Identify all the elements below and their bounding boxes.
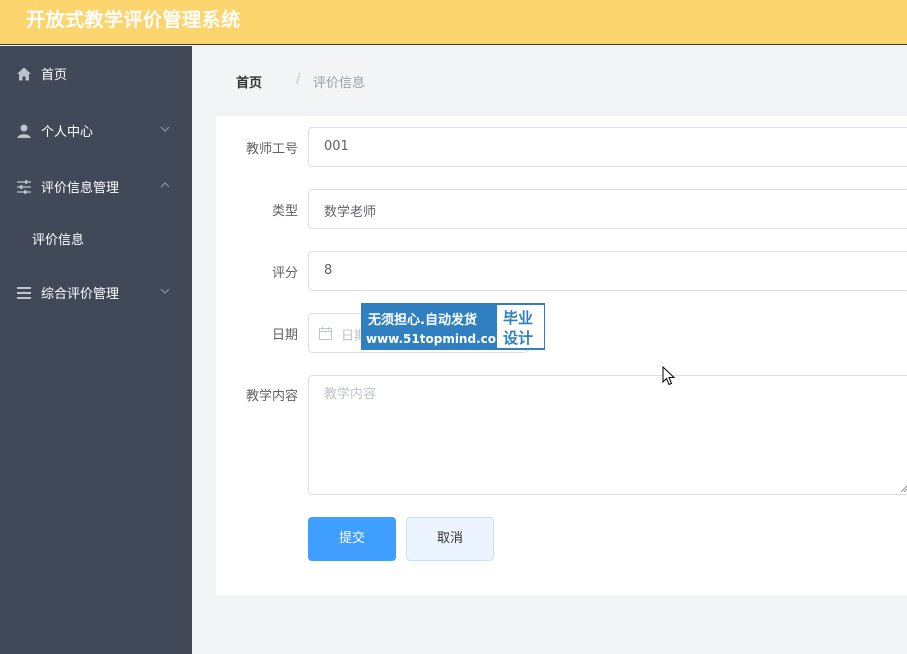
chevron-down-icon: [160, 288, 170, 294]
home-icon: [17, 67, 31, 81]
sidebar-item-label: 综合评价管理: [41, 287, 120, 302]
user-icon: [17, 124, 31, 138]
breadcrumb-separator: /: [296, 72, 301, 87]
evaluation-form: 教师工号 001 类型 数学老师 评分 8 日期 日期 教学内容 教学内容 提交…: [216, 116, 907, 595]
score-field[interactable]: 8: [308, 251, 907, 291]
date-label: 日期: [271, 328, 298, 343]
breadcrumb-home[interactable]: 首页: [236, 72, 262, 91]
sidebar-item-home[interactable]: 首页: [0, 53, 192, 93]
menu-lines-icon: [17, 287, 31, 299]
teacher-id-field[interactable]: 001: [308, 127, 907, 167]
sidebar-subitem-label: 评价信息: [32, 233, 85, 248]
type-label: 类型: [271, 204, 298, 219]
sidebar-item-label: 个人中心: [41, 125, 94, 140]
watermark-url: www.51topmind.com: [366, 332, 509, 346]
sidebar: 首页 个人中心 评价信息管理 评价信息 综合评价管理: [0, 46, 192, 654]
cancel-button[interactable]: 取消: [406, 517, 494, 561]
score-value: 8: [324, 263, 333, 278]
top-header-bar: 开放式教学评价管理系统: [0, 0, 907, 45]
sidebar-item-label: 首页: [41, 68, 68, 83]
teacher-id-value: 001: [324, 139, 349, 154]
breadcrumb-current: 评价信息: [313, 76, 366, 91]
main-content: 首页 / 评价信息 教师工号 001 类型 数学老师 评分 8 日期 日期 教学…: [192, 46, 907, 654]
chevron-up-icon: [160, 182, 170, 188]
content-label: 教学内容: [245, 389, 298, 404]
calendar-icon: [319, 327, 332, 340]
mouse-cursor-icon: [662, 366, 676, 386]
watermark-badge-line1: 毕业: [503, 309, 534, 327]
score-label: 评分: [271, 266, 298, 281]
watermark-badge: 毕业 设计: [497, 305, 544, 348]
teacher-id-label: 教师工号: [245, 142, 298, 157]
sidebar-subitem-evaluation-info[interactable]: 评价信息: [0, 223, 192, 253]
resize-handle-icon[interactable]: [900, 485, 907, 493]
sliders-icon: [17, 180, 31, 194]
sidebar-item-comprehensive-evaluation[interactable]: 综合评价管理: [0, 272, 192, 312]
watermark-badge-line2: 设计: [503, 329, 534, 347]
type-field[interactable]: 数学老师: [308, 189, 907, 229]
type-value: 数学老师: [324, 205, 377, 220]
submit-button[interactable]: 提交: [308, 517, 396, 561]
breadcrumb: 首页 / 评价信息: [216, 62, 907, 98]
sidebar-item-personal-center[interactable]: 个人中心: [0, 110, 192, 150]
sidebar-item-label: 评价信息管理: [41, 181, 120, 196]
watermark-slogan: 无须担心.自动发货: [368, 313, 477, 328]
content-placeholder: 教学内容: [324, 387, 377, 402]
content-textarea[interactable]: 教学内容: [308, 375, 907, 495]
app-title: 开放式教学评价管理系统: [26, 9, 241, 31]
sidebar-item-evaluation-management[interactable]: 评价信息管理: [0, 166, 192, 206]
watermark-banner: 无须担心.自动发货 www.51topmind.com 毕业 设计: [361, 303, 545, 350]
chevron-down-icon: [160, 126, 170, 132]
